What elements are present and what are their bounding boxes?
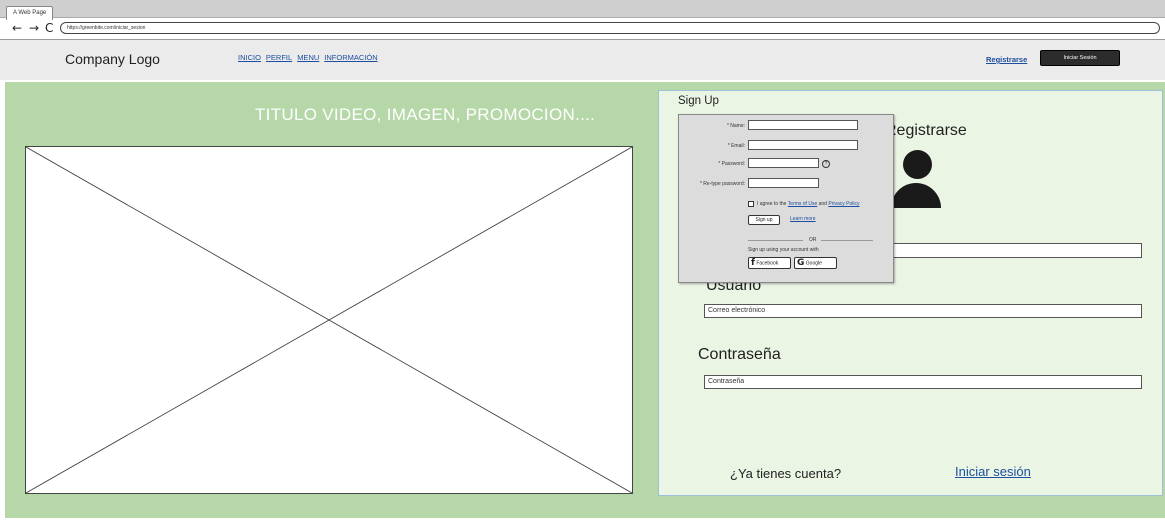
terms-prefix: I agree to the bbox=[757, 201, 787, 207]
retype-password-input[interactable] bbox=[748, 178, 819, 188]
privacy-link[interactable]: Privacy Policy bbox=[828, 201, 859, 207]
learn-more-link[interactable]: Learn more bbox=[790, 216, 816, 222]
login-link[interactable]: Iniciar sesión bbox=[955, 464, 1031, 479]
login-button[interactable]: Iniciar Sesión bbox=[1040, 50, 1120, 66]
email-input[interactable] bbox=[748, 140, 858, 150]
nav-link-menu[interactable]: MENU bbox=[297, 53, 319, 62]
email-field[interactable]: Correo electrónico bbox=[704, 304, 1142, 318]
signup-button[interactable]: Sign up bbox=[748, 215, 780, 225]
user-avatar-icon bbox=[903, 150, 932, 179]
password-input[interactable] bbox=[748, 158, 819, 168]
terms-text: I agree to the Terms of Use and Privacy … bbox=[757, 201, 859, 207]
name-input[interactable] bbox=[748, 120, 858, 130]
back-arrow-icon[interactable]: ← bbox=[12, 21, 22, 35]
reload-icon[interactable]: C bbox=[45, 21, 53, 35]
signup-using-text: Sign up using your account with bbox=[748, 247, 819, 253]
nav-link-perfil[interactable]: PERFIL bbox=[266, 53, 292, 62]
help-icon[interactable]: ? bbox=[822, 160, 830, 168]
hero-title: TITULO VIDEO, IMAGEN, PROMOCION.... bbox=[255, 105, 596, 124]
nav-link-inicio[interactable]: INICIO bbox=[238, 53, 261, 62]
google-label: Google bbox=[805, 260, 822, 267]
site-header: Company Logo INICIO PERFIL MENU INFORMAC… bbox=[0, 40, 1165, 80]
terms-and: and bbox=[818, 201, 827, 207]
terms-checkbox[interactable] bbox=[748, 201, 754, 207]
or-text: OR bbox=[809, 237, 817, 243]
partially-hidden-field[interactable] bbox=[890, 243, 1142, 258]
url-bar[interactable]: https://greenbite.com/iniciar_sesion bbox=[60, 22, 1160, 34]
placeholder-cross bbox=[26, 147, 632, 493]
email-label: * Email: bbox=[727, 143, 745, 149]
main-nav: INICIO PERFIL MENU INFORMACIÓN bbox=[238, 53, 378, 62]
name-label: * Name: bbox=[726, 123, 745, 129]
or-divider-left bbox=[748, 240, 803, 241]
google-icon: G bbox=[797, 258, 805, 268]
have-account-text: ¿Ya tienes cuenta? bbox=[730, 466, 842, 481]
signup-popup: * Name: * Email: * Password: ? * Re-type… bbox=[678, 114, 894, 283]
password-field[interactable]: Contraseña bbox=[704, 375, 1142, 389]
tab-bar: A Web Page bbox=[0, 0, 1165, 20]
media-placeholder bbox=[25, 146, 633, 494]
password-label: Contraseña bbox=[698, 346, 781, 363]
register-heading: Registrarse bbox=[885, 122, 967, 139]
company-logo[interactable]: Company Logo bbox=[65, 51, 160, 67]
panel-title: Sign Up bbox=[678, 95, 719, 107]
nav-link-informacion[interactable]: INFORMACIÓN bbox=[324, 53, 377, 62]
browser-chrome: A Web Page ← → C https://greenbite.com/i… bbox=[0, 0, 1165, 40]
browser-nav-row: ← → C https://greenbite.com/iniciar_sesi… bbox=[0, 20, 1165, 38]
retype-label: * Re-type password: bbox=[699, 181, 745, 187]
forward-arrow-icon[interactable]: → bbox=[29, 21, 39, 35]
facebook-icon: f bbox=[751, 258, 755, 268]
google-button[interactable]: G Google bbox=[794, 257, 837, 269]
facebook-label: Facebook bbox=[756, 260, 779, 267]
password-label-popup: * Password: bbox=[718, 161, 745, 167]
facebook-button[interactable]: f Facebook bbox=[748, 257, 791, 269]
register-link[interactable]: Registrarse bbox=[986, 55, 1027, 64]
browser-tab[interactable]: A Web Page bbox=[6, 6, 54, 20]
or-divider-right bbox=[821, 240, 873, 241]
terms-link[interactable]: Terms of Use bbox=[788, 201, 817, 207]
